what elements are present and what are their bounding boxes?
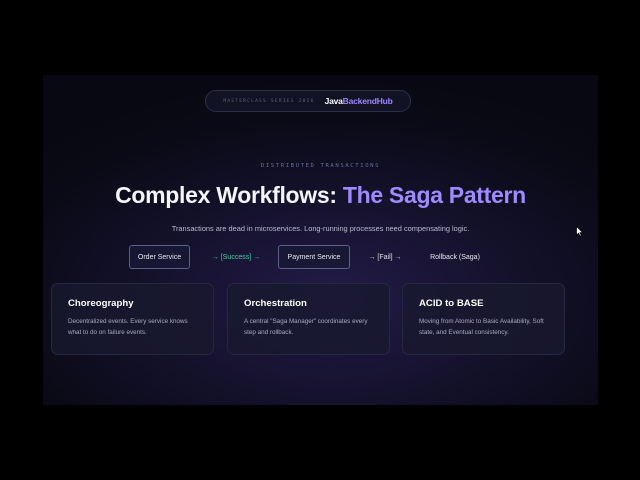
flow-arrow-fail: → [Fail] →	[368, 253, 402, 261]
card-choreography: Choreography Decentralized events. Every…	[51, 283, 214, 355]
mouse-pointer-icon	[576, 226, 584, 237]
slide-subtitle: Transactions are dead in microservices. …	[171, 224, 470, 233]
card-acid-to-base: ACID to BASE Moving from Atomic to Basic…	[402, 283, 565, 355]
card-text: A central "Saga Manager" coordinates eve…	[244, 318, 368, 336]
card-text: Moving from Atomic to Basic Availability…	[419, 318, 544, 336]
flow-step-rollback: Rollback (Saga)	[430, 253, 480, 261]
series-badge: MASTERCLASS SERIES 2026 JavaBackendHub	[205, 90, 411, 112]
flow-step-payment-service: Payment Service	[278, 245, 350, 269]
card-orchestration: Orchestration A central "Saga Manager" c…	[227, 283, 390, 355]
slide-title: Complex Workflows: The Saga Pattern	[43, 182, 598, 209]
saga-flow-diagram: Order Service → [Success] → Payment Serv…	[43, 245, 598, 269]
flow-step-order-service: Order Service	[129, 245, 190, 269]
card-title: ACID to BASE	[419, 298, 484, 309]
series-label: MASTERCLASS SERIES 2026	[223, 98, 315, 104]
brand-secondary: BackendHub	[342, 96, 393, 106]
title-accent: The Saga Pattern	[342, 182, 526, 208]
section-eyebrow: DISTRIBUTED TRANSACTIONS	[260, 163, 381, 169]
brand-logo: JavaBackendHub	[325, 96, 393, 106]
brand-primary: Java	[324, 96, 343, 106]
card-title: Choreography	[68, 298, 134, 309]
flow-arrow-success: → [Success] →	[211, 253, 261, 261]
title-main: Complex Workflows:	[115, 182, 337, 208]
card-title: Orchestration	[244, 298, 307, 309]
card-text: Decentralized events. Every service know…	[68, 318, 188, 336]
presentation-slide: MASTERCLASS SERIES 2026 JavaBackendHub D…	[43, 75, 598, 405]
